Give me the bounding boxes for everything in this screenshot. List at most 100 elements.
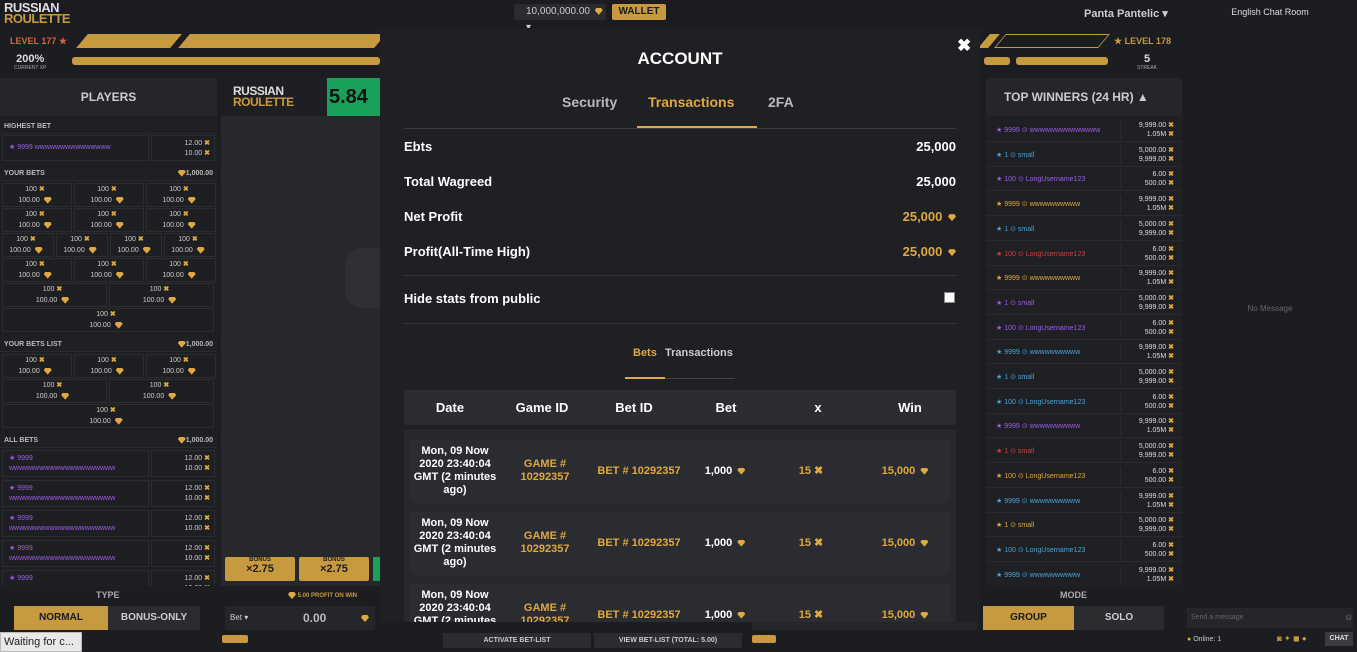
bet-slider[interactable] — [222, 635, 248, 643]
bet-game-id: GAME # 10292357 — [520, 530, 570, 555]
your-bets-list-header: YOUR BETS LIST 1,000.00 — [0, 338, 217, 352]
all-bets-user: ★ 9999wwwwwwwwwwwwwwwwwwwww — [2, 540, 149, 567]
bet-cell: 100 ✖ 100.00 — [164, 233, 216, 257]
bet-list-cell: 100 ✖ 100.00 — [2, 379, 107, 403]
game-multiplier: 5.84 — [327, 78, 381, 116]
top-winners-panel: TOP WINNERS (24 HR) ▲ ★ 9999 ⊙ wwwwwwwww… — [986, 78, 1182, 587]
bet-list-cell: 100 ✖ 100.00 — [2, 404, 214, 428]
winner-row: ★ 100 ⊙ LongUsername123 6.00 ✖ 500.00 ✖ — [986, 464, 1182, 488]
bet-multiplier: 15 ✖ — [798, 537, 824, 549]
bets-table-header: Date Game ID Bet ID Bet x Win — [404, 390, 956, 425]
hide-stats-row: Hide stats from public — [404, 291, 541, 306]
next-level: ★ LEVEL 178 — [1114, 36, 1171, 46]
all-bets-user: ★ 9999wwwwwwwwwwwwwwwwwwwww — [2, 480, 149, 507]
solo-button[interactable]: SOLO — [1074, 606, 1164, 630]
bet-date: Mon, 09 Now 2020 23:40:04 GMT (2 minutes… — [413, 589, 497, 622]
winner-row: ★ 1 ⊙ small 5,000.00 ✖ 9,999.00 ✖ — [986, 513, 1182, 538]
winner-row: ★ 1 ⊙ small 5,000.00 ✖ 9,999.00 ✖ — [986, 365, 1182, 389]
bet-list-cell: 100 ✖ 100.00 — [109, 379, 214, 403]
profit-on-win: 5.00 PROFIT ON WIN — [286, 592, 357, 599]
winner-row: ★ 100 ⊙ LongUsername123 6.00 ✖ 500.00 ✖ — [986, 538, 1182, 562]
chat-input[interactable]: Send a message — [1187, 608, 1353, 628]
bet-row[interactable]: Mon, 09 Now 2020 23:40:04 GMT (2 minutes… — [409, 511, 951, 575]
view-betlist-button[interactable]: VIEW BET-LIST (TOTAL: 5.00) — [594, 633, 742, 648]
bet-date: Mon, 09 Now 2020 23:40:04 GMT (2 minutes… — [413, 445, 497, 496]
subtab-transactions[interactable]: Transactions — [665, 347, 733, 359]
bet-amount: 1,000 — [685, 465, 765, 478]
xp-stat: 200% CURRENT XP — [14, 53, 47, 71]
bet-list-cell: 100 ✖ 100.00 — [2, 354, 72, 378]
top-winners-title[interactable]: TOP WINNERS (24 HR) ▲ — [1004, 90, 1149, 104]
winner-row: ★ 1 ⊙ small 5,000.00 ✖ 9,999.00 ✖ — [986, 439, 1182, 464]
user-menu[interactable]: Panta Pantelic ▾ — [1084, 7, 1168, 20]
bet-row[interactable]: Mon, 09 Now 2020 23:40:04 GMT (2 minutes… — [409, 439, 951, 503]
tab-transactions[interactable]: Transactions — [648, 94, 734, 110]
social-icons[interactable]: ◙ ✦ ◼ ● — [1277, 634, 1307, 643]
active-tab-indicator — [637, 126, 757, 128]
status-bar: Waiting for c... — [0, 632, 82, 652]
tab-security[interactable]: Security — [562, 94, 617, 110]
modal-title: ACCOUNT — [637, 49, 723, 68]
winner-row: ★ 9999 ⊙ wwwwwwwwww 9,999.00 ✖ 1.05M ✖ — [986, 340, 1182, 365]
bet-cell: 100 ✖ 100.00 — [74, 258, 144, 282]
hide-stats-checkbox[interactable] — [944, 292, 955, 303]
players-title: PLAYERS — [0, 78, 217, 116]
activate-betlist-button[interactable]: ACTIVATE BET-LIST — [443, 633, 591, 648]
bet-row[interactable]: Mon, 09 Now 2020 23:40:04 GMT (2 minutes… — [409, 583, 951, 622]
bet-cell: 100 ✖ 100.00 — [146, 183, 216, 207]
all-bets-values: 12.00 ✖10.00 ✖ — [151, 510, 215, 537]
revolver-cylinder — [345, 248, 381, 308]
normal-button[interactable]: NORMAL — [14, 606, 108, 630]
bet-list-cell: 100 ✖ 100.00 — [146, 354, 216, 378]
all-bets-values: 12.00 ✖10.00 ✖ — [151, 480, 215, 507]
chat-button[interactable]: CHAT — [1325, 632, 1353, 646]
bonus-tile-1[interactable]: BONUS ×2.75 — [225, 557, 295, 581]
emoji-icon[interactable]: ☺ — [1344, 612, 1353, 622]
game-area: RUSSIAN ROULETTE 5.84 BONUS ×2.75 BONUS ×2.… — [221, 78, 381, 586]
all-bets-header: ALL BETS 1,000.00 — [0, 434, 217, 448]
balance-display[interactable]: 10,000,000.00 ▾ — [514, 4, 606, 33]
bet-cell: 100 ✖ 100.00 — [74, 183, 144, 207]
bonus-only-button[interactable]: BONUS-ONLY — [108, 606, 200, 630]
bet-multiplier: 15 ✖ — [798, 465, 824, 477]
bet-slider-right[interactable] — [752, 635, 776, 643]
close-icon[interactable]: ✖ — [957, 36, 971, 56]
all-bets-user: ★ 9999wwwwwwwwwwwwwwwwwwwww — [2, 450, 149, 477]
bet-cell: 100 ✖ 100.00 — [56, 233, 108, 257]
winner-row: ★ 100 ⊙ LongUsername123 6.00 ✖ 500.00 ✖ — [986, 316, 1182, 340]
bet-id: BET # 10292357 — [597, 609, 681, 621]
winner-row: ★ 9999 ⊙ wwwwwwwwwwwwww 9,999.00 ✖ 1.05M ✖ — [986, 118, 1182, 142]
all-bets-values: 12.00 ✖10.00 ✖ — [151, 450, 215, 477]
winner-row: ★ 9999 ⊙ wwwwwwwwww 9,999.00 ✖ 1.05M ✖ — [986, 489, 1182, 513]
highest-bet-header: HIGHEST BET — [0, 120, 217, 134]
bet-cell: 100 ✖ 100.00 — [2, 233, 54, 257]
bet-cell: 100 ✖ 100.00 — [74, 208, 144, 232]
star-icon: ★ — [1114, 36, 1123, 46]
tab-2fa[interactable]: 2FA — [768, 94, 794, 110]
wallet-button[interactable]: WALLET — [612, 4, 666, 20]
winner-row: ★ 100 ⊙ LongUsername123 6.00 ✖ 500.00 ✖ — [986, 390, 1182, 414]
top-bar: RUSSIAN ROULETTE 10,000,000.00 ▾ WALLET … — [0, 0, 1183, 33]
winner-row: ★ 1 ⊙ small 5,000.00 ✖ 9,999.00 ✖ — [986, 217, 1182, 241]
bonus-tile-2[interactable]: BONUS ×2.75 — [299, 557, 369, 581]
chat-room-title[interactable]: English Chat Room — [1183, 7, 1357, 17]
your-bets-header: YOUR BETS 1,000.00 — [0, 167, 217, 181]
highest-bet-user: ★ 9999 wwwwwwwwwwwwwww — [2, 135, 149, 161]
bet-cell: 100 ✖ 100.00 — [146, 208, 216, 232]
players-panel: PLAYERS HIGHEST BET ★ 9999 wwwwwwwwwwwww… — [0, 78, 217, 586]
bet-cell: 100 ✖ 100.00 — [110, 233, 162, 257]
group-button[interactable]: GROUP — [983, 606, 1074, 630]
diamond-icon — [594, 7, 603, 15]
bet-cell: 100 ✖ 100.00 — [2, 283, 107, 307]
all-bets-values: 12.00 ✖10.00 ✖ — [151, 570, 215, 586]
app-logo[interactable]: RUSSIAN ROULETTE — [4, 1, 71, 25]
subtab-bets[interactable]: Bets — [633, 347, 657, 359]
all-bets-values: 12.00 ✖10.00 ✖ — [151, 540, 215, 567]
stat-total-wagered: Total Wagreed 25,000 — [404, 174, 956, 189]
winner-row: ★ 100 ⊙ LongUsername123 6.00 ✖ 500.00 ✖ — [986, 167, 1182, 192]
diamond-icon — [948, 214, 956, 222]
winner-row: ★ 9999 ⊙ wwwwwwwwww 9,999.00 ✖ 1.05M ✖ — [986, 266, 1182, 291]
bet-cell: 100 ✖ 100.00 — [2, 258, 72, 282]
winner-row: ★ 1 ⊙ small 5,000.00 ✖ 9,999.00 ✖ — [986, 291, 1182, 315]
bet-input[interactable]: Bet ▾ 0.00 — [225, 606, 375, 630]
